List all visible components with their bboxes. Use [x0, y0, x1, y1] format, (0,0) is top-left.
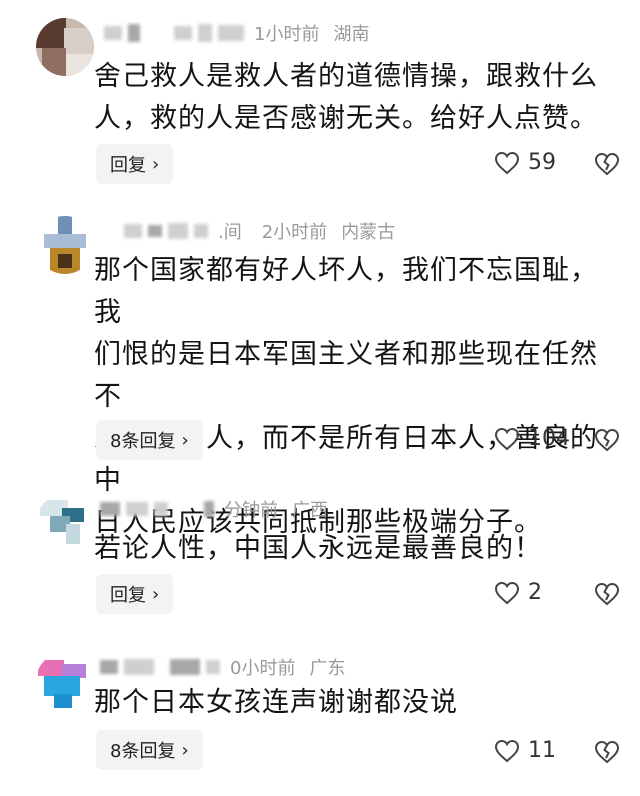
dislike-button[interactable]: [594, 740, 620, 768]
comment-text-line: 们恨的是日本军国主义者和那些现在任然不: [94, 339, 598, 412]
reply-label: 回复: [110, 585, 146, 606]
like-button[interactable]: 11: [494, 738, 556, 763]
reply-button[interactable]: 回复 ›: [96, 574, 174, 614]
dislike-button[interactable]: [594, 582, 620, 610]
broken-heart-icon: [594, 152, 620, 176]
reply-label: 8条回复: [110, 741, 176, 762]
reply-button[interactable]: 回复 ›: [96, 144, 174, 184]
comment-location: 广东: [309, 658, 346, 679]
comment-text-line: 人，救的人是否感谢无关。给好人点赞。: [94, 103, 598, 134]
comment-feed: 1小时前 湖南 舍己救人是救人者的道德情操，跟救什么 人，救的人是否感谢无关。给…: [0, 0, 640, 796]
like-button[interactable]: 2: [494, 580, 542, 605]
comment-text: 那个日本女孩连声谢谢都没说: [94, 682, 614, 724]
like-button[interactable]: 59: [494, 150, 556, 175]
like-button[interactable]: 104: [494, 426, 570, 451]
avatar[interactable]: [36, 216, 94, 274]
reply-label: 回复: [110, 155, 146, 176]
comment-text-line: 若论人性，中国人永远是最善良的！: [94, 533, 542, 564]
comment-location: 广西: [292, 500, 328, 521]
comment-time: 分钟前: [224, 500, 278, 521]
avatar[interactable]: [36, 652, 94, 710]
comment-time: 1小时前: [254, 24, 320, 45]
comment-location: 内蒙古: [341, 222, 396, 243]
like-count: 2: [528, 580, 542, 605]
dislike-button[interactable]: [594, 152, 620, 180]
heart-outline-icon: [494, 151, 520, 174]
dislike-button[interactable]: [594, 428, 620, 456]
reply-label: 8条回复: [110, 431, 176, 452]
username-tail: .间: [218, 222, 242, 243]
username-blurred[interactable]: [100, 501, 214, 517]
comment-text: 舍己救人是救人者的道德情操，跟救什么 人，救的人是否感谢无关。给好人点赞。: [94, 56, 614, 140]
comment-meta: 0小时前 广东: [100, 652, 346, 682]
like-count: 11: [528, 738, 556, 763]
like-count: 59: [528, 150, 556, 175]
comment-meta: .间 2小时前 内蒙古: [104, 216, 395, 246]
chevron-right-icon: ›: [152, 583, 160, 605]
reply-button[interactable]: 8条回复 ›: [96, 730, 203, 770]
username-blurred[interactable]: [104, 24, 244, 42]
comment-meta: 1小时前 湖南: [104, 18, 369, 48]
heart-outline-icon: [494, 427, 520, 450]
avatar[interactable]: [36, 18, 94, 76]
comment-text: 若论人性，中国人永远是最善良的！: [94, 528, 614, 570]
comment-text-line: 舍己救人是救人者的道德情操，跟救什么: [94, 61, 598, 92]
chevron-right-icon: ›: [152, 153, 160, 175]
avatar[interactable]: [36, 494, 94, 552]
comment-time: 2小时前: [261, 222, 328, 243]
broken-heart-icon: [594, 740, 620, 764]
comment-text-line: 那个国家都有好人坏人，我们不忘国耻，我: [94, 255, 598, 328]
comment-meta: 分钟前 广西: [100, 494, 328, 524]
like-count: 104: [528, 426, 570, 451]
comment-location: 湖南: [333, 24, 370, 45]
comment-time: 0小时前: [230, 658, 296, 679]
heart-outline-icon: [494, 739, 520, 762]
chevron-right-icon: ›: [181, 739, 189, 761]
username-blurred[interactable]: [104, 223, 208, 239]
heart-outline-icon: [494, 581, 520, 604]
comment-text-line: 那个日本女孩连声谢谢都没说: [94, 687, 458, 718]
reply-button[interactable]: 8条回复 ›: [96, 420, 203, 460]
broken-heart-icon: [594, 428, 620, 452]
broken-heart-icon: [594, 582, 620, 606]
chevron-right-icon: ›: [181, 429, 189, 451]
username-blurred[interactable]: [100, 659, 220, 675]
